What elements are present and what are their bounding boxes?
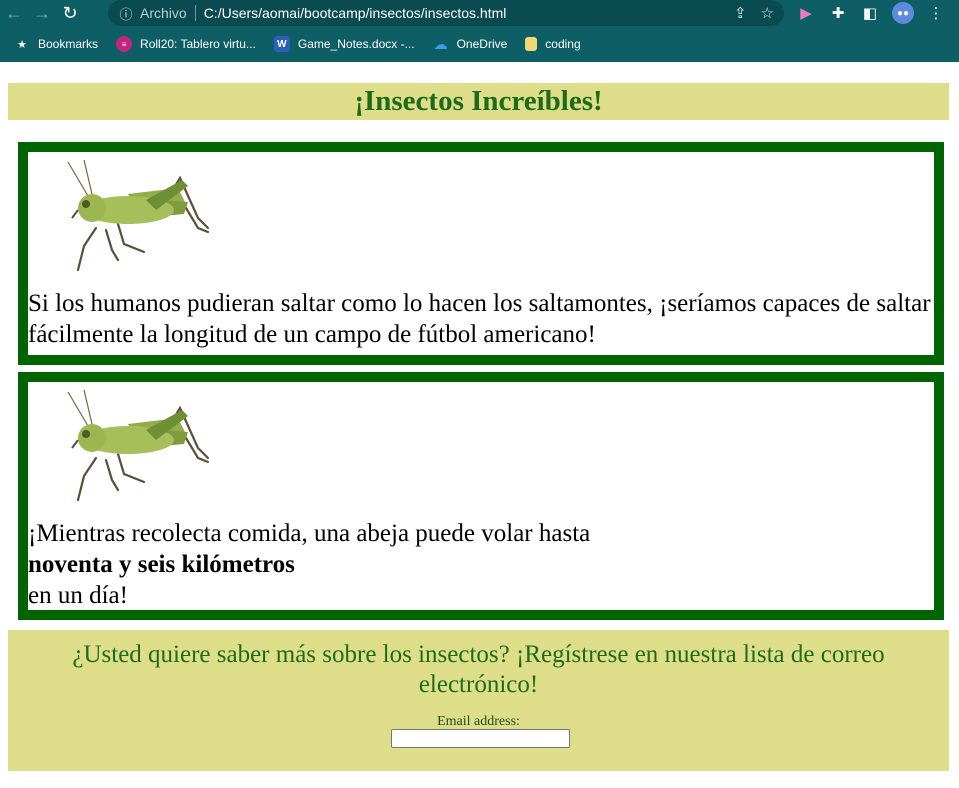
bookmark-label: Roll20: Tablero virtu...: [140, 37, 256, 51]
extension-video-icon[interactable]: ▶: [796, 3, 816, 23]
bookmark-star-icon[interactable]: ☆: [761, 4, 774, 22]
bookmark-item-onedrive[interactable]: ☁ OneDrive: [433, 36, 508, 52]
page-content: ¡Insectos Increíbles! Si los humanos pud…: [0, 62, 959, 788]
bookmark-label: Bookmarks: [38, 37, 99, 51]
info-icon[interactable]: ⓘ: [118, 4, 134, 23]
fact-card: Si los humanos pudieran saltar como lo h…: [18, 142, 944, 365]
bookmark-label: OneDrive: [456, 37, 508, 51]
email-input[interactable]: [391, 729, 570, 748]
browser-toolbar: ← → ↻ ⓘ Archivo C:/Users/aomai/bootcamp/…: [0, 0, 959, 26]
share-icon[interactable]: ⇪: [734, 4, 747, 22]
bookmark-item-game-notes[interactable]: W Game_Notes.docx -...: [273, 36, 415, 52]
grasshopper-image: [67, 159, 210, 272]
bookmark-item-bookmarks[interactable]: ★ Bookmarks: [14, 36, 98, 52]
bookmarks-bar: ★ Bookmarks ≡ Roll20: Tablero virtu... W…: [0, 26, 959, 62]
signup-prompt: ¿Usted quiere saber más sobre los insect…: [72, 641, 885, 698]
onedrive-icon: ☁: [433, 35, 448, 52]
star-icon: ★: [17, 38, 27, 51]
reload-icon[interactable]: ↻: [56, 0, 84, 26]
fact-text-intro: ¡Mientras recolecta comida, una abeja pu…: [28, 520, 591, 547]
bookmark-item-roll20[interactable]: ≡ Roll20: Tablero virtu...: [116, 36, 256, 52]
address-url[interactable]: C:/Users/aomai/bootcamp/insectos/insecto…: [204, 5, 507, 21]
grasshopper-image: [67, 389, 210, 502]
bookmark-item-coding[interactable]: coding: [525, 37, 581, 51]
bookmark-label: Game_Notes.docx -...: [297, 37, 415, 51]
fact-text-outro: en un día!: [28, 582, 128, 609]
menu-kebab-icon[interactable]: ⋮: [926, 3, 946, 23]
address-divider: [194, 5, 196, 21]
fact-text-highlight: noventa y seis kilómetros: [28, 551, 295, 578]
email-label: Email address:: [437, 714, 520, 729]
back-icon[interactable]: ←: [0, 0, 28, 26]
address-scheme-label: Archivo: [140, 5, 187, 21]
signup-section: ¿Usted quiere saber más sobre los insect…: [8, 630, 949, 771]
side-panel-icon[interactable]: ◧: [860, 3, 880, 23]
folder-icon: [525, 37, 538, 51]
bookmark-label: coding: [545, 37, 581, 51]
roll20-icon: ≡: [116, 36, 133, 52]
address-bar[interactable]: ⓘ Archivo C:/Users/aomai/bootcamp/insect…: [108, 0, 784, 26]
forward-icon[interactable]: →: [28, 0, 56, 26]
fact-text: Si los humanos pudieran saltar como lo h…: [28, 290, 931, 348]
profile-avatar-icon[interactable]: ●●: [892, 2, 914, 24]
fact-card: ¡Mientras recolecta comida, una abeja pu…: [18, 372, 944, 620]
word-icon: W: [273, 36, 290, 52]
fact-text: ¡Mientras recolecta comida, una abeja pu…: [28, 518, 934, 611]
extensions-puzzle-icon[interactable]: ✚: [828, 3, 848, 23]
page-title: ¡Insectos Increíbles!: [8, 83, 949, 120]
